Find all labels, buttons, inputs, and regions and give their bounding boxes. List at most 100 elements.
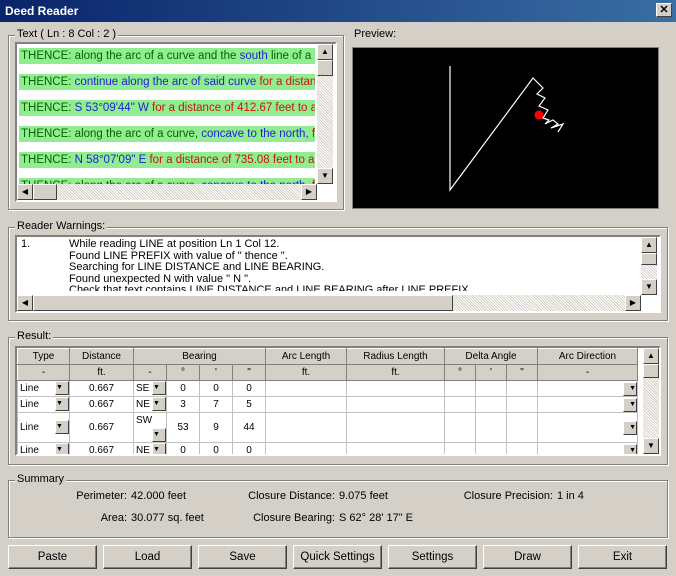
dropdown-arrow-icon[interactable]: ▼ <box>623 381 637 396</box>
text-hscroll-thumb[interactable] <box>33 184 57 200</box>
bearing-degrees-cell[interactable]: 3 <box>166 396 200 413</box>
scroll-down-icon[interactable]: ▼ <box>641 279 657 295</box>
dropdown-arrow-icon[interactable]: ▼ <box>152 428 166 442</box>
header-distance[interactable]: Distance <box>69 348 134 365</box>
load-button[interactable]: Load <box>103 545 192 569</box>
warnings-text-area[interactable]: 1. While reading LINE at position Ln 1 C… <box>15 235 661 313</box>
dropdown-arrow-icon[interactable]: ▼ <box>623 420 637 435</box>
distance-cell[interactable]: 0.667 <box>69 442 134 454</box>
distance-cell[interactable]: 0.667 <box>69 380 134 397</box>
bearing-minutes-cell[interactable]: 0 <box>199 380 233 397</box>
header-radius-length[interactable]: Radius Length <box>346 348 445 365</box>
delta-minutes-cell[interactable] <box>475 442 507 454</box>
warnings-hscroll-thumb[interactable] <box>33 295 453 311</box>
arc-direction-cell[interactable]: ▼ <box>537 442 638 454</box>
bearing-seconds-cell[interactable]: 5 <box>232 396 266 413</box>
scroll-down-icon[interactable]: ▼ <box>643 438 659 454</box>
bearing-direction-cell[interactable]: NE ▼ <box>133 442 167 454</box>
warnings-hscrollbar[interactable]: ◀ ▶ <box>17 295 641 311</box>
result-grid[interactable]: Type Distance Bearing Arc Length Radius … <box>15 346 661 456</box>
warnings-vscroll-thumb[interactable] <box>641 253 657 265</box>
deed-text-area[interactable]: THENCE: along the arc of a curve and the… <box>15 42 337 202</box>
header-bearing[interactable]: Bearing <box>133 348 266 365</box>
text-vscrollbar[interactable]: ▲ ▼ <box>317 44 333 184</box>
delta-seconds-cell[interactable] <box>506 412 538 443</box>
bearing-direction-cell[interactable]: SE ▼ <box>133 380 167 397</box>
header-type[interactable]: Type <box>17 348 70 365</box>
bearing-degrees-cell[interactable]: 0 <box>166 380 200 397</box>
scroll-up-icon[interactable]: ▲ <box>643 348 659 364</box>
bearing-seconds-cell[interactable]: 0 <box>232 442 266 454</box>
arc-direction-cell[interactable]: ▼ <box>537 412 638 443</box>
warnings-vscrollbar[interactable]: ▲ ▼ <box>641 237 657 295</box>
arc-direction-cell[interactable]: ▼ <box>537 396 638 413</box>
scroll-left-icon[interactable]: ◀ <box>17 295 33 311</box>
exit-button[interactable]: Exit <box>578 545 667 569</box>
scroll-right-icon[interactable]: ▶ <box>625 295 641 311</box>
arc-length-cell[interactable] <box>265 396 347 413</box>
dropdown-arrow-icon[interactable]: ▼ <box>152 443 166 454</box>
delta-minutes-cell[interactable] <box>475 396 507 413</box>
bearing-direction-cell[interactable]: SW ▼ <box>133 412 167 443</box>
type-cell[interactable]: Line ▼ <box>17 396 70 413</box>
radius-length-cell[interactable] <box>346 396 445 413</box>
deed-text-segment: THENCE: <box>21 102 75 114</box>
preview-canvas[interactable] <box>352 47 659 209</box>
distance-cell[interactable]: 0.667 <box>69 396 134 413</box>
dropdown-arrow-icon[interactable]: ▼ <box>623 397 637 412</box>
delta-seconds-cell[interactable] <box>506 380 538 397</box>
dropdown-arrow-icon[interactable]: ▼ <box>55 420 69 434</box>
bearing-direction-cell[interactable]: NE ▼ <box>133 396 167 413</box>
delta-degrees-cell[interactable] <box>444 396 476 413</box>
bearing-degrees-cell[interactable]: 0 <box>166 442 200 454</box>
close-button[interactable]: ✕ <box>656 3 672 17</box>
delta-seconds-cell[interactable] <box>506 442 538 454</box>
dropdown-arrow-icon[interactable]: ▼ <box>623 443 637 454</box>
dropdown-arrow-icon[interactable]: ▼ <box>55 443 69 454</box>
settings-button[interactable]: Settings <box>388 545 477 569</box>
dropdown-arrow-icon[interactable]: ▼ <box>152 381 166 395</box>
dropdown-arrow-icon[interactable]: ▼ <box>152 397 166 411</box>
bearing-minutes-cell[interactable]: 9 <box>199 412 233 443</box>
scroll-right-icon[interactable]: ▶ <box>301 184 317 200</box>
type-cell[interactable]: Line ▼ <box>17 442 70 454</box>
bearing-minutes-cell[interactable]: 0 <box>199 442 233 454</box>
quick-settings-button[interactable]: Quick Settings <box>293 545 382 569</box>
result-vscrollbar[interactable]: ▲ ▼ <box>643 348 659 454</box>
radius-length-cell[interactable] <box>346 442 445 454</box>
draw-button[interactable]: Draw <box>483 545 572 569</box>
bearing-seconds-cell[interactable]: 44 <box>232 412 266 443</box>
delta-degrees-cell[interactable] <box>444 412 476 443</box>
bearing-seconds-cell[interactable]: 0 <box>232 380 266 397</box>
result-vscroll-thumb[interactable] <box>643 364 659 378</box>
arc-length-cell[interactable] <box>265 380 347 397</box>
text-vscroll-thumb[interactable] <box>317 60 333 76</box>
scroll-down-icon[interactable]: ▼ <box>317 168 333 184</box>
delta-degrees-cell[interactable] <box>444 380 476 397</box>
radius-length-cell[interactable] <box>346 380 445 397</box>
delta-degrees-cell[interactable] <box>444 442 476 454</box>
bearing-minutes-cell[interactable]: 7 <box>199 396 233 413</box>
distance-cell[interactable]: 0.667 <box>69 412 134 443</box>
text-hscrollbar[interactable]: ◀ ▶ <box>17 184 317 200</box>
delta-minutes-cell[interactable] <box>475 380 507 397</box>
scroll-left-icon[interactable]: ◀ <box>17 184 33 200</box>
radius-length-cell[interactable] <box>346 412 445 443</box>
dropdown-arrow-icon[interactable]: ▼ <box>55 397 69 411</box>
type-cell[interactable]: Line ▼ <box>17 380 70 397</box>
header-arc-length[interactable]: Arc Length <box>265 348 347 365</box>
save-button[interactable]: Save <box>198 545 287 569</box>
bearing-degrees-cell[interactable]: 53 <box>166 412 200 443</box>
header-delta-angle[interactable]: Delta Angle <box>444 348 538 365</box>
paste-button[interactable]: Paste <box>8 545 97 569</box>
arc-length-cell[interactable] <box>265 442 347 454</box>
scroll-up-icon[interactable]: ▲ <box>317 44 333 60</box>
type-cell[interactable]: Line ▼ <box>17 412 70 443</box>
delta-minutes-cell[interactable] <box>475 412 507 443</box>
delta-seconds-cell[interactable] <box>506 396 538 413</box>
arc-length-cell[interactable] <box>265 412 347 443</box>
scroll-up-icon[interactable]: ▲ <box>641 237 657 253</box>
dropdown-arrow-icon[interactable]: ▼ <box>55 381 69 395</box>
header-arc-direction[interactable]: Arc Direction <box>537 348 638 365</box>
arc-direction-cell[interactable]: ▼ <box>537 380 638 397</box>
